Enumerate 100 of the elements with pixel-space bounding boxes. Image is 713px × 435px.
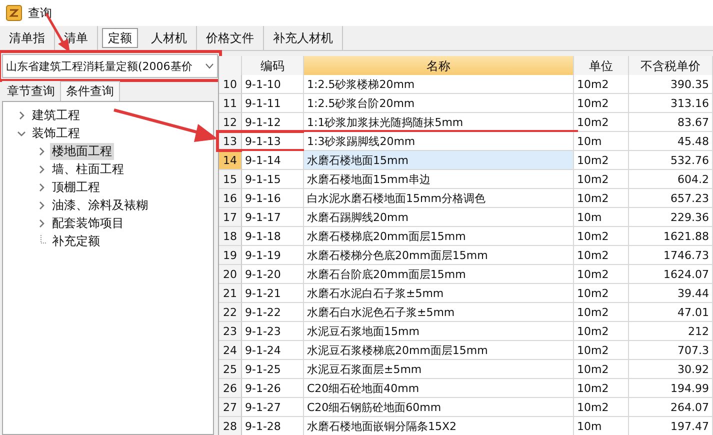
app-logo-icon (6, 5, 22, 21)
table-cell: 1:3砂浆踢脚线20mm (304, 132, 574, 151)
table-cell: 657.23 (629, 189, 713, 208)
table-cell: 10m2 (574, 341, 629, 360)
table-cell: 9-1-11 (242, 94, 304, 113)
chevron-right-icon[interactable] (17, 110, 26, 120)
tree-item[interactable]: 墙、柱面工程 (50, 160, 126, 178)
table-cell: 水磨石水泥白石子浆±5mm (304, 284, 574, 303)
table-cell: 229.36 (629, 208, 713, 227)
table-cell: 532.76 (629, 151, 713, 170)
table-cell: 1:2.5砂浆楼梯20mm (304, 75, 574, 94)
tree-item[interactable]: 油漆、涂料及裱糊 (50, 196, 150, 214)
row-number: 15 (219, 170, 242, 189)
table-cell: 10m2 (574, 303, 629, 322)
table-cell: 47.01 (629, 303, 713, 322)
table-cell: 39.44 (629, 284, 713, 303)
table-cell: 1:2.5砂浆台阶20mm (304, 94, 574, 113)
tree-item[interactable]: 配套装饰项目 (50, 214, 126, 232)
table-cell: 10m2 (574, 322, 629, 341)
table-cell: 10m (574, 208, 629, 227)
chevron-down-icon[interactable] (17, 128, 26, 138)
table-cell: 10m2 (574, 265, 629, 284)
table-cell: 194.99 (629, 379, 713, 398)
row-number: 19 (219, 246, 242, 265)
table-cell: 9-1-26 (242, 379, 304, 398)
table-cell: C20细石砼地面40mm (304, 379, 574, 398)
table-cell: 10m2 (574, 360, 629, 379)
row-number: 25 (219, 360, 242, 379)
tree-item[interactable]: 装饰工程 (30, 124, 82, 142)
table-cell: 9-1-15 (242, 170, 304, 189)
table-cell: 水磨石楼梯底20mm面层15mm (304, 227, 574, 246)
table-cell: 水泥豆石浆面层±5mm (304, 360, 574, 379)
tab[interactable]: 补充人材机 (264, 26, 343, 50)
table-cell: 10m2 (574, 151, 629, 170)
table-cell: 10m2 (574, 246, 629, 265)
table-cell: 83.67 (629, 113, 713, 132)
table-cell: 10m2 (574, 284, 629, 303)
row-number: 22 (219, 303, 242, 322)
row-number: 11 (219, 94, 242, 113)
table-cell: 水泥豆石浆地面15mm (304, 322, 574, 341)
row-number: 14 (219, 151, 242, 170)
table-cell: 707.3 (629, 341, 713, 360)
row-number: 24 (219, 341, 242, 360)
row-number: 20 (219, 265, 242, 284)
table-cell: 10m2 (574, 170, 629, 189)
table-cell: 10m2 (574, 398, 629, 417)
table-cell: 水泥豆石浆楼梯底20mm面层15mm (304, 341, 574, 360)
table-cell: 45.48 (629, 132, 713, 151)
table-cell: 9-1-18 (242, 227, 304, 246)
table-cell: 264.07 (629, 398, 713, 417)
table-cell: 9-1-16 (242, 189, 304, 208)
table-cell: C20细石钢筋砼地面60mm (304, 398, 574, 417)
row-number: 21 (219, 284, 242, 303)
table-cell: 9-1-17 (242, 208, 304, 227)
row-number: 18 (219, 227, 242, 246)
table-cell: 水磨石楼地面15mm (304, 151, 574, 170)
table-cell: 白水泥水磨石楼地面15mm分格调色 (304, 189, 574, 208)
table-cell: 212 (629, 322, 713, 341)
table-cell: 水磨石白水泥色石子浆±5mm (304, 303, 574, 322)
table-cell: 10m2 (574, 94, 629, 113)
table-cell: 9-1-25 (242, 360, 304, 379)
table-cell: 9-1-23 (242, 322, 304, 341)
row-number: 26 (219, 379, 242, 398)
table-cell: 10m2 (574, 227, 629, 246)
table-cell: 9-1-20 (242, 265, 304, 284)
table-cell: 313.16 (629, 94, 713, 113)
row-number: 28 (219, 417, 242, 435)
table-cell: 604.2 (629, 170, 713, 189)
table-cell: 390.35 (629, 75, 713, 94)
row-number: 27 (219, 398, 242, 417)
table-cell: 10m2 (574, 189, 629, 208)
table-cell: 水磨石楼地面15mm串边 (304, 170, 574, 189)
tree-item[interactable]: 建筑工程 (30, 106, 82, 124)
table-cell: 9-1-24 (242, 341, 304, 360)
table-cell: 9-1-27 (242, 398, 304, 417)
table-cell: 9-1-10 (242, 75, 304, 94)
table-cell: 1621.88 (629, 227, 713, 246)
row-number: 16 (219, 189, 242, 208)
table-cell: 水磨石踢脚线20mm (304, 208, 574, 227)
row-number: 23 (219, 322, 242, 341)
caret-icon (205, 63, 214, 69)
table-cell: 水磨石台阶底20mm面层15mm (304, 265, 574, 284)
table-cell: 9-1-21 (242, 284, 304, 303)
table-cell: 1746.73 (629, 246, 713, 265)
tab[interactable]: 定额 (102, 28, 138, 48)
table-cell: 10m2 (574, 379, 629, 398)
tree-item[interactable]: 补充定额 (50, 232, 102, 250)
table-cell: 9-1-14 (242, 151, 304, 170)
table-cell: 10m (574, 132, 629, 151)
tree-item[interactable]: 顶棚工程 (50, 178, 102, 196)
query-tab[interactable]: 条件查询 (60, 81, 120, 101)
table-cell: 9-1-19 (242, 246, 304, 265)
table-cell: 9-1-22 (242, 303, 304, 322)
table-cell: 水磨石楼梯分色底20mm面层15mm (304, 246, 574, 265)
row-number: 10 (219, 75, 242, 94)
tree-item[interactable]: 楼地面工程 (50, 142, 114, 160)
table-cell: 水磨石楼地面嵌铜分隔条15X2 (304, 417, 574, 435)
table-cell: 1624.07 (629, 265, 713, 284)
table-cell: 10m2 (574, 75, 629, 94)
row-number: 17 (219, 208, 242, 227)
